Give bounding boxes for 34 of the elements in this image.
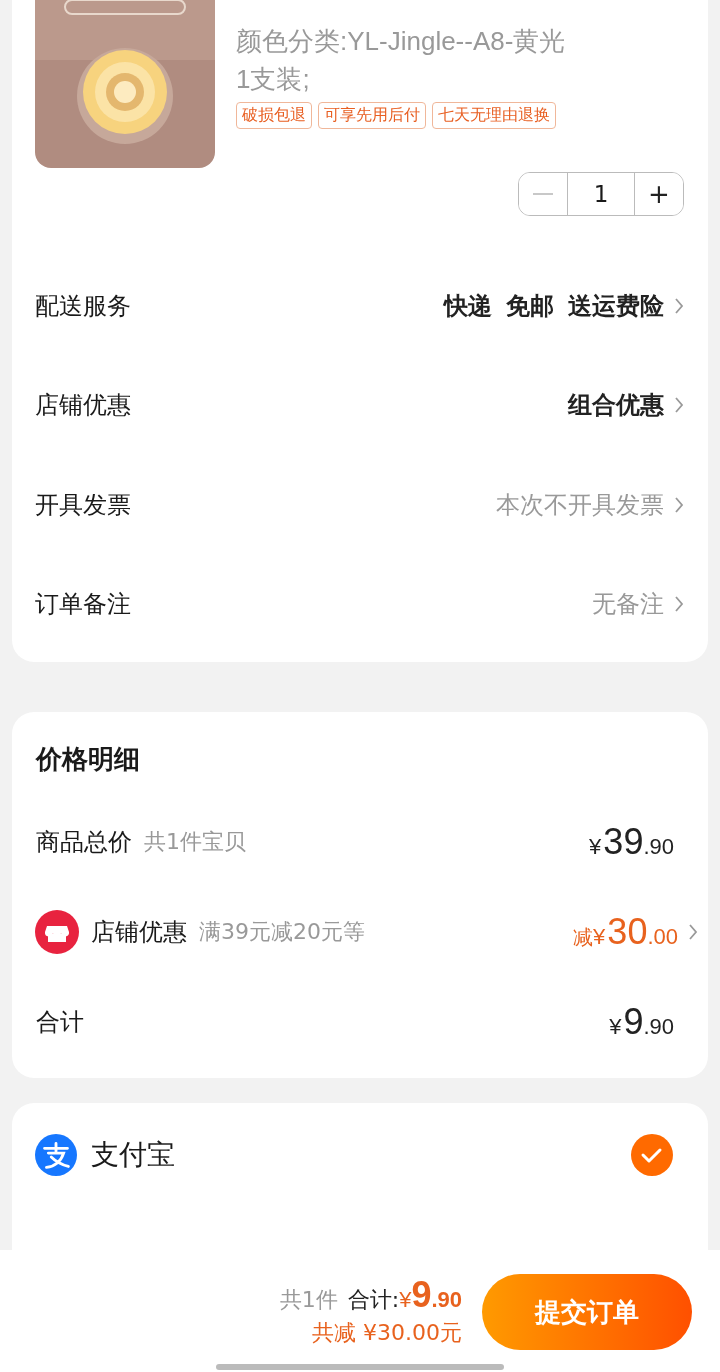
chevron-icon xyxy=(674,495,684,514)
alipay-icon xyxy=(35,1134,77,1176)
price-amount: ¥9.90 xyxy=(609,1001,674,1043)
chevron-icon xyxy=(674,396,684,415)
store-icon xyxy=(35,910,79,954)
row-value[interactable]: 免邮 xyxy=(506,289,554,322)
service-tag: 破损包退 xyxy=(236,102,312,129)
chevron-icon xyxy=(674,595,684,614)
discount-total: 共减 ¥30.00元 xyxy=(312,1319,462,1347)
row-value[interactable]: 快递 xyxy=(444,289,492,322)
minus-icon xyxy=(533,192,553,196)
row-label: 店铺优惠 xyxy=(91,917,187,948)
total-amount: 合计:¥9.90 xyxy=(347,1274,462,1316)
row-note: 共1件宝贝 xyxy=(144,828,246,856)
row-label: 配送服务 xyxy=(35,290,131,322)
section-title: 价格明细 xyxy=(36,743,141,776)
price-amount: ¥39.90 xyxy=(589,821,674,863)
row-label: 订单备注 xyxy=(35,589,131,621)
row-label: 商品总价 xyxy=(36,827,132,858)
row-value[interactable]: 送运费险 xyxy=(568,289,664,322)
row-value[interactable]: 组合优惠 xyxy=(568,389,664,422)
item-count: 共1件 xyxy=(279,1286,338,1314)
row-note: 满39元减20元等 xyxy=(199,918,365,946)
row-label: 店铺优惠 xyxy=(35,390,131,422)
price-amount: 减¥30.00 xyxy=(573,911,678,953)
payment-method[interactable]: 支付宝 xyxy=(91,1136,630,1174)
service-tag: 七天无理由退换 xyxy=(432,102,556,129)
check-icon[interactable] xyxy=(630,1133,674,1177)
variant-text: 颜色分类:YL-Jingle--A8-黄光 1支装; xyxy=(236,25,567,96)
service-tag: 可享先用后付 xyxy=(318,102,426,129)
row-label: 合计 xyxy=(36,1007,84,1038)
chevron-icon xyxy=(674,296,684,315)
chevron-icon xyxy=(688,923,698,941)
row-label: 开具发票 xyxy=(35,489,131,521)
